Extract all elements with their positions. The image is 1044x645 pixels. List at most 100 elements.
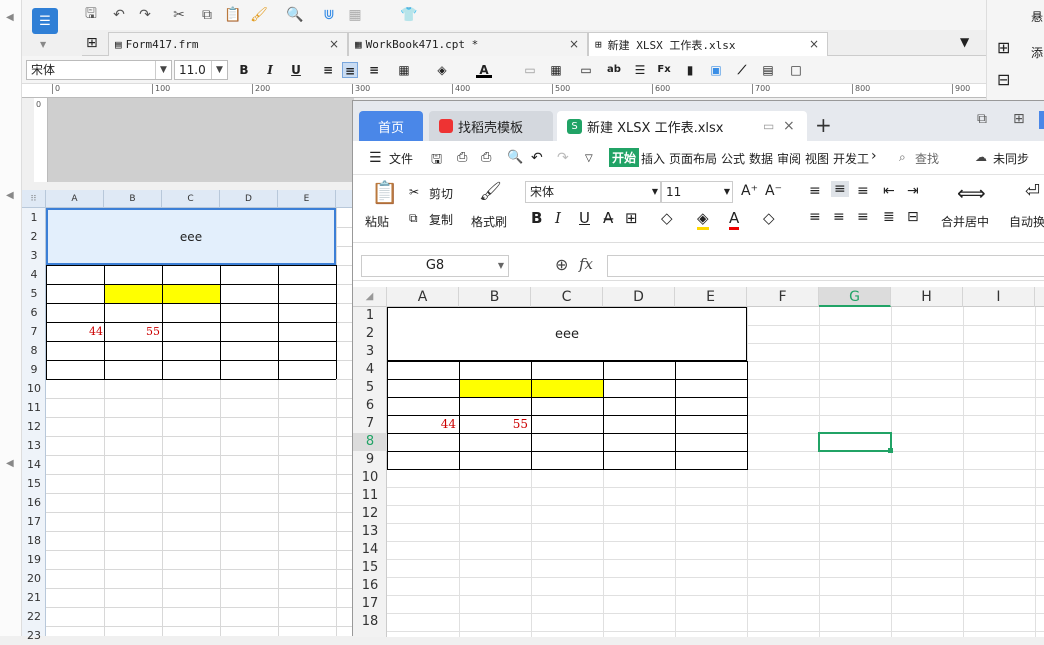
border-style-icon[interactable]: □ (788, 62, 804, 78)
undo-icon[interactable]: ↶ (531, 150, 543, 166)
copy-icon[interactable]: ⧉ (198, 6, 216, 24)
layout-icon[interactable]: ⊞ (997, 38, 1010, 57)
settings-grid-icon[interactable]: ⊟ (997, 70, 1010, 89)
close-icon[interactable]: × (809, 37, 819, 51)
row-header-cell[interactable]: 3 (22, 246, 46, 265)
text-field-icon[interactable]: ▭ (578, 62, 594, 78)
row-header-cell[interactable]: 13 (353, 523, 387, 541)
close-icon[interactable]: × (783, 118, 795, 134)
row-header-cell[interactable]: 11 (22, 398, 46, 417)
cell-b7[interactable]: 55 (105, 323, 160, 341)
strikethrough-icon[interactable]: A̶ (603, 209, 613, 227)
row-header-cell[interactable]: 11 (353, 487, 387, 505)
row-header-cell[interactable]: 14 (353, 541, 387, 559)
plugin-icon[interactable]: ⋓ (320, 6, 338, 24)
save-icon[interactable]: 🖫 (431, 150, 442, 172)
grid-icon[interactable]: ⊞ (86, 35, 98, 51)
row-header-cell[interactable]: 6 (22, 303, 46, 322)
zoom-icon[interactable]: ⊕ (555, 255, 568, 274)
font-size-select[interactable]: 11.0 ▼ (174, 60, 228, 80)
search-icon[interactable]: ⌕ (899, 150, 906, 165)
export-icon[interactable]: ⎙ (457, 150, 467, 165)
row-header-cell[interactable]: 16 (353, 577, 387, 595)
column-c-header[interactable]: C (162, 190, 220, 208)
app-menu-icon[interactable]: ☰ (32, 8, 58, 34)
column-a-header[interactable]: A (46, 190, 104, 208)
italic-icon[interactable]: I (555, 209, 561, 227)
row-header-cell[interactable]: 4 (353, 361, 387, 379)
cell-a7[interactable]: 44 (387, 416, 456, 433)
chevron-left-icon[interactable]: ◀ (6, 190, 14, 201)
merge-center-button[interactable]: 合并居中 (941, 213, 989, 230)
spreadsheet-grid[interactable]: eee 44 55 (387, 307, 1044, 637)
tab-start[interactable]: 开始 (609, 148, 640, 167)
tab-insert[interactable]: 插入 (641, 150, 665, 167)
select-all-icon[interactable]: ◢ (353, 287, 387, 307)
justify-icon[interactable]: ≣ (883, 209, 895, 225)
paste-icon[interactable]: 📋 (371, 181, 398, 206)
indent-increase-icon[interactable]: ⇥ (907, 183, 919, 199)
chevron-left-icon[interactable]: ◀ (6, 458, 14, 469)
merged-cell[interactable]: eee (46, 208, 336, 265)
align-top-icon[interactable]: ≡ (809, 183, 821, 199)
close-icon[interactable]: × (569, 37, 579, 51)
cell-b7[interactable]: 55 (460, 416, 528, 433)
tab-review[interactable]: 审阅 (777, 150, 801, 167)
column-b-header[interactable]: B (104, 190, 162, 208)
redo-icon[interactable]: ↷ (136, 6, 154, 24)
row-header-cell[interactable]: 22 (22, 607, 46, 626)
align-center-icon[interactable]: ≡ (342, 62, 358, 78)
font-family-select[interactable]: 宋体 ▼ (26, 60, 172, 80)
row-header-cell[interactable]: 14 (22, 455, 46, 474)
tab-home[interactable]: 首页 (359, 111, 423, 141)
row-header-cell[interactable]: 10 (22, 379, 46, 398)
tab-developer[interactable]: 开发工 (833, 150, 869, 167)
copy-button[interactable]: 复制 (429, 211, 453, 228)
column-g-header[interactable]: G (819, 287, 891, 307)
shirt-icon[interactable]: 👕 (400, 6, 418, 24)
underline-button[interactable]: U (288, 62, 304, 78)
row-header-cell[interactable]: 16 (22, 493, 46, 512)
chevron-right-icon[interactable]: › (871, 148, 877, 164)
picture-icon[interactable]: ▣ (708, 62, 724, 78)
column-e-header[interactable]: E (278, 190, 336, 208)
underline-icon[interactable]: U (579, 209, 590, 227)
style-icon[interactable]: ▭ (522, 62, 538, 78)
table-icon[interactable]: ▦ (548, 62, 564, 78)
formula-input[interactable] (607, 255, 1044, 277)
search-button[interactable]: 查找 (915, 150, 939, 167)
align-right-icon[interactable]: ≡ (857, 209, 869, 225)
tab-form417[interactable]: ▤ Form417.frm × (108, 32, 348, 56)
row-header-cell[interactable]: 5 (353, 379, 387, 397)
format-painter-button[interactable]: 格式刷 (471, 213, 507, 230)
row-header-cell[interactable]: 9 (22, 360, 46, 379)
highlight-cell-c5[interactable] (532, 380, 603, 397)
tab-formulas[interactable]: 公式 (721, 150, 745, 167)
cut-button[interactable]: 剪切 (429, 185, 453, 202)
column-b-header[interactable]: B (459, 287, 531, 307)
tab-workbook471[interactable]: ▦ WorkBook471.cpt * × (348, 32, 588, 56)
report-grid[interactable]: eee 44 55 (46, 208, 354, 636)
column-d-header[interactable]: D (603, 287, 675, 307)
row-header-cell[interactable]: 17 (22, 512, 46, 531)
align-center-icon[interactable]: ≡ (833, 209, 845, 225)
font-size-select[interactable]: 11 ▼ (661, 181, 733, 203)
row-header-cell[interactable]: 7 (353, 415, 387, 433)
ab-icon[interactable]: ab (606, 62, 622, 78)
widget-icon[interactable]: ▤ (760, 62, 776, 78)
paste-icon[interactable]: 📋 (224, 6, 242, 24)
close-icon[interactable]: × (329, 37, 339, 51)
align-left-icon[interactable]: ≡ (320, 62, 336, 78)
row-header-cell[interactable]: 5 (22, 284, 46, 303)
redo-icon[interactable]: ↷ (557, 150, 569, 166)
column-f-header[interactable]: F (747, 287, 819, 307)
align-right-icon[interactable]: ≡ (366, 62, 382, 78)
paste-button[interactable]: 粘贴 (365, 213, 389, 230)
row-header-cell[interactable]: 2 (22, 227, 46, 246)
merged-cell[interactable]: eee (387, 307, 747, 361)
indent-decrease-icon[interactable]: ⇤ (883, 183, 895, 199)
preview-icon[interactable]: 🔍 (507, 150, 523, 165)
undo-icon[interactable]: ↶ (110, 6, 128, 24)
tab-template[interactable]: 找稻壳模板 (429, 111, 553, 141)
column-c-header[interactable]: C (531, 287, 603, 307)
